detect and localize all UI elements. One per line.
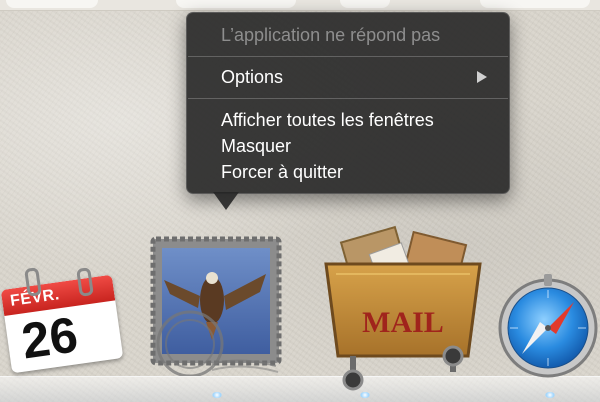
calendar-ring-icon — [76, 267, 94, 297]
menu-item-force-quit[interactable]: Forcer à quitter — [221, 161, 343, 183]
running-indicator — [212, 392, 222, 398]
dock-item-safari[interactable] — [496, 270, 600, 380]
wallpaper-tear — [6, 0, 98, 8]
wallpaper-tear — [480, 0, 590, 8]
mail-cart-icon: MAIL — [324, 225, 482, 391]
mail-cart-label: MAIL — [362, 306, 444, 339]
compass-icon — [498, 274, 598, 378]
wallpaper-tear — [176, 0, 296, 8]
submenu-arrow-icon — [477, 71, 487, 83]
menu-item-hide[interactable]: Masquer — [221, 135, 291, 157]
menu-item-show-all-windows[interactable]: Afficher toutes les fenêtres — [221, 109, 434, 131]
menu-separator — [188, 56, 508, 57]
dock-context-menu: L’application ne répond pas Options Affi… — [186, 12, 510, 194]
running-indicator — [545, 392, 555, 398]
app-not-responding-label: L’application ne répond pas — [221, 25, 441, 45]
mail-stamp-icon — [150, 236, 282, 378]
desktop: L’application ne répond pas Options Affi… — [0, 0, 600, 402]
dock-item-calendar[interactable]: FÉVR. 26 — [0, 267, 124, 374]
wallpaper-tear — [340, 0, 390, 8]
menu-separator — [188, 98, 508, 99]
menu-pointer-arrow — [213, 192, 239, 210]
calendar-ring-icon — [24, 267, 42, 297]
dock-item-mail-cart[interactable]: MAIL — [318, 224, 488, 394]
running-indicator — [360, 392, 370, 398]
dock-item-mail-stamp[interactable] — [150, 236, 282, 378]
calendar-day: 26 — [18, 306, 82, 370]
menu-item-options[interactable]: Options — [221, 66, 283, 88]
wallpaper-edge — [0, 0, 600, 11]
calendar-icon: FÉVR. 26 — [0, 274, 124, 374]
